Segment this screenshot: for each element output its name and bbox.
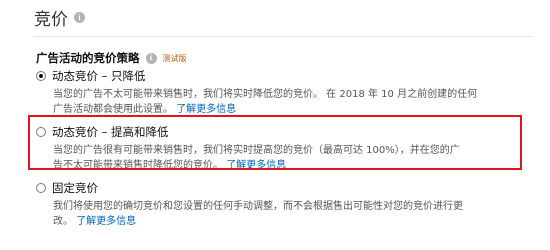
option-description: 当您的广告不太可能带来销售时，我们将实时降低您的竞价。 在 2018 年 10 … (53, 89, 478, 100)
option-description: 改。 (53, 216, 73, 227)
bidding-strategy-title: 广告活动的竞价策略 (36, 51, 140, 65)
page-title-text: 竞价 (34, 10, 68, 30)
bidding-strategy-heading: 广告活动的竞价策略 i 测试版 (36, 50, 187, 66)
option-description: 广告活动都会使用此设置。 (53, 104, 173, 115)
info-icon[interactable]: i (145, 52, 157, 64)
option-label: 固定竞价 (52, 181, 98, 195)
option-label: 动态竞价 – 只降低 (52, 69, 146, 83)
radio-fixed-bids[interactable] (36, 183, 46, 193)
page-title: 竞价 i (34, 5, 85, 30)
learn-more-link[interactable]: 了解更多信息 (76, 216, 136, 227)
info-icon[interactable]: i (74, 12, 85, 23)
option-dynamic-down-only[interactable]: 动态竞价 – 只降低 当您的广告不太可能带来销售时，我们将实时降低您的竞价。 在… (36, 68, 532, 117)
learn-more-link[interactable]: 了解更多信息 (176, 104, 236, 115)
radio-dynamic-down-only[interactable] (36, 71, 46, 81)
option-description: 我们将使用您的确切竞价和您设置的任何手动调整，而不会根据售出可能性对您的竞价进行… (53, 201, 463, 212)
option-fixed-bids[interactable]: 固定竞价 我们将使用您的确切竞价和您设置的任何手动调整，而不会根据售出可能性对您… (36, 180, 532, 229)
highlight-box (28, 115, 522, 170)
beta-badge: 测试版 (162, 53, 187, 63)
divider (34, 36, 532, 37)
